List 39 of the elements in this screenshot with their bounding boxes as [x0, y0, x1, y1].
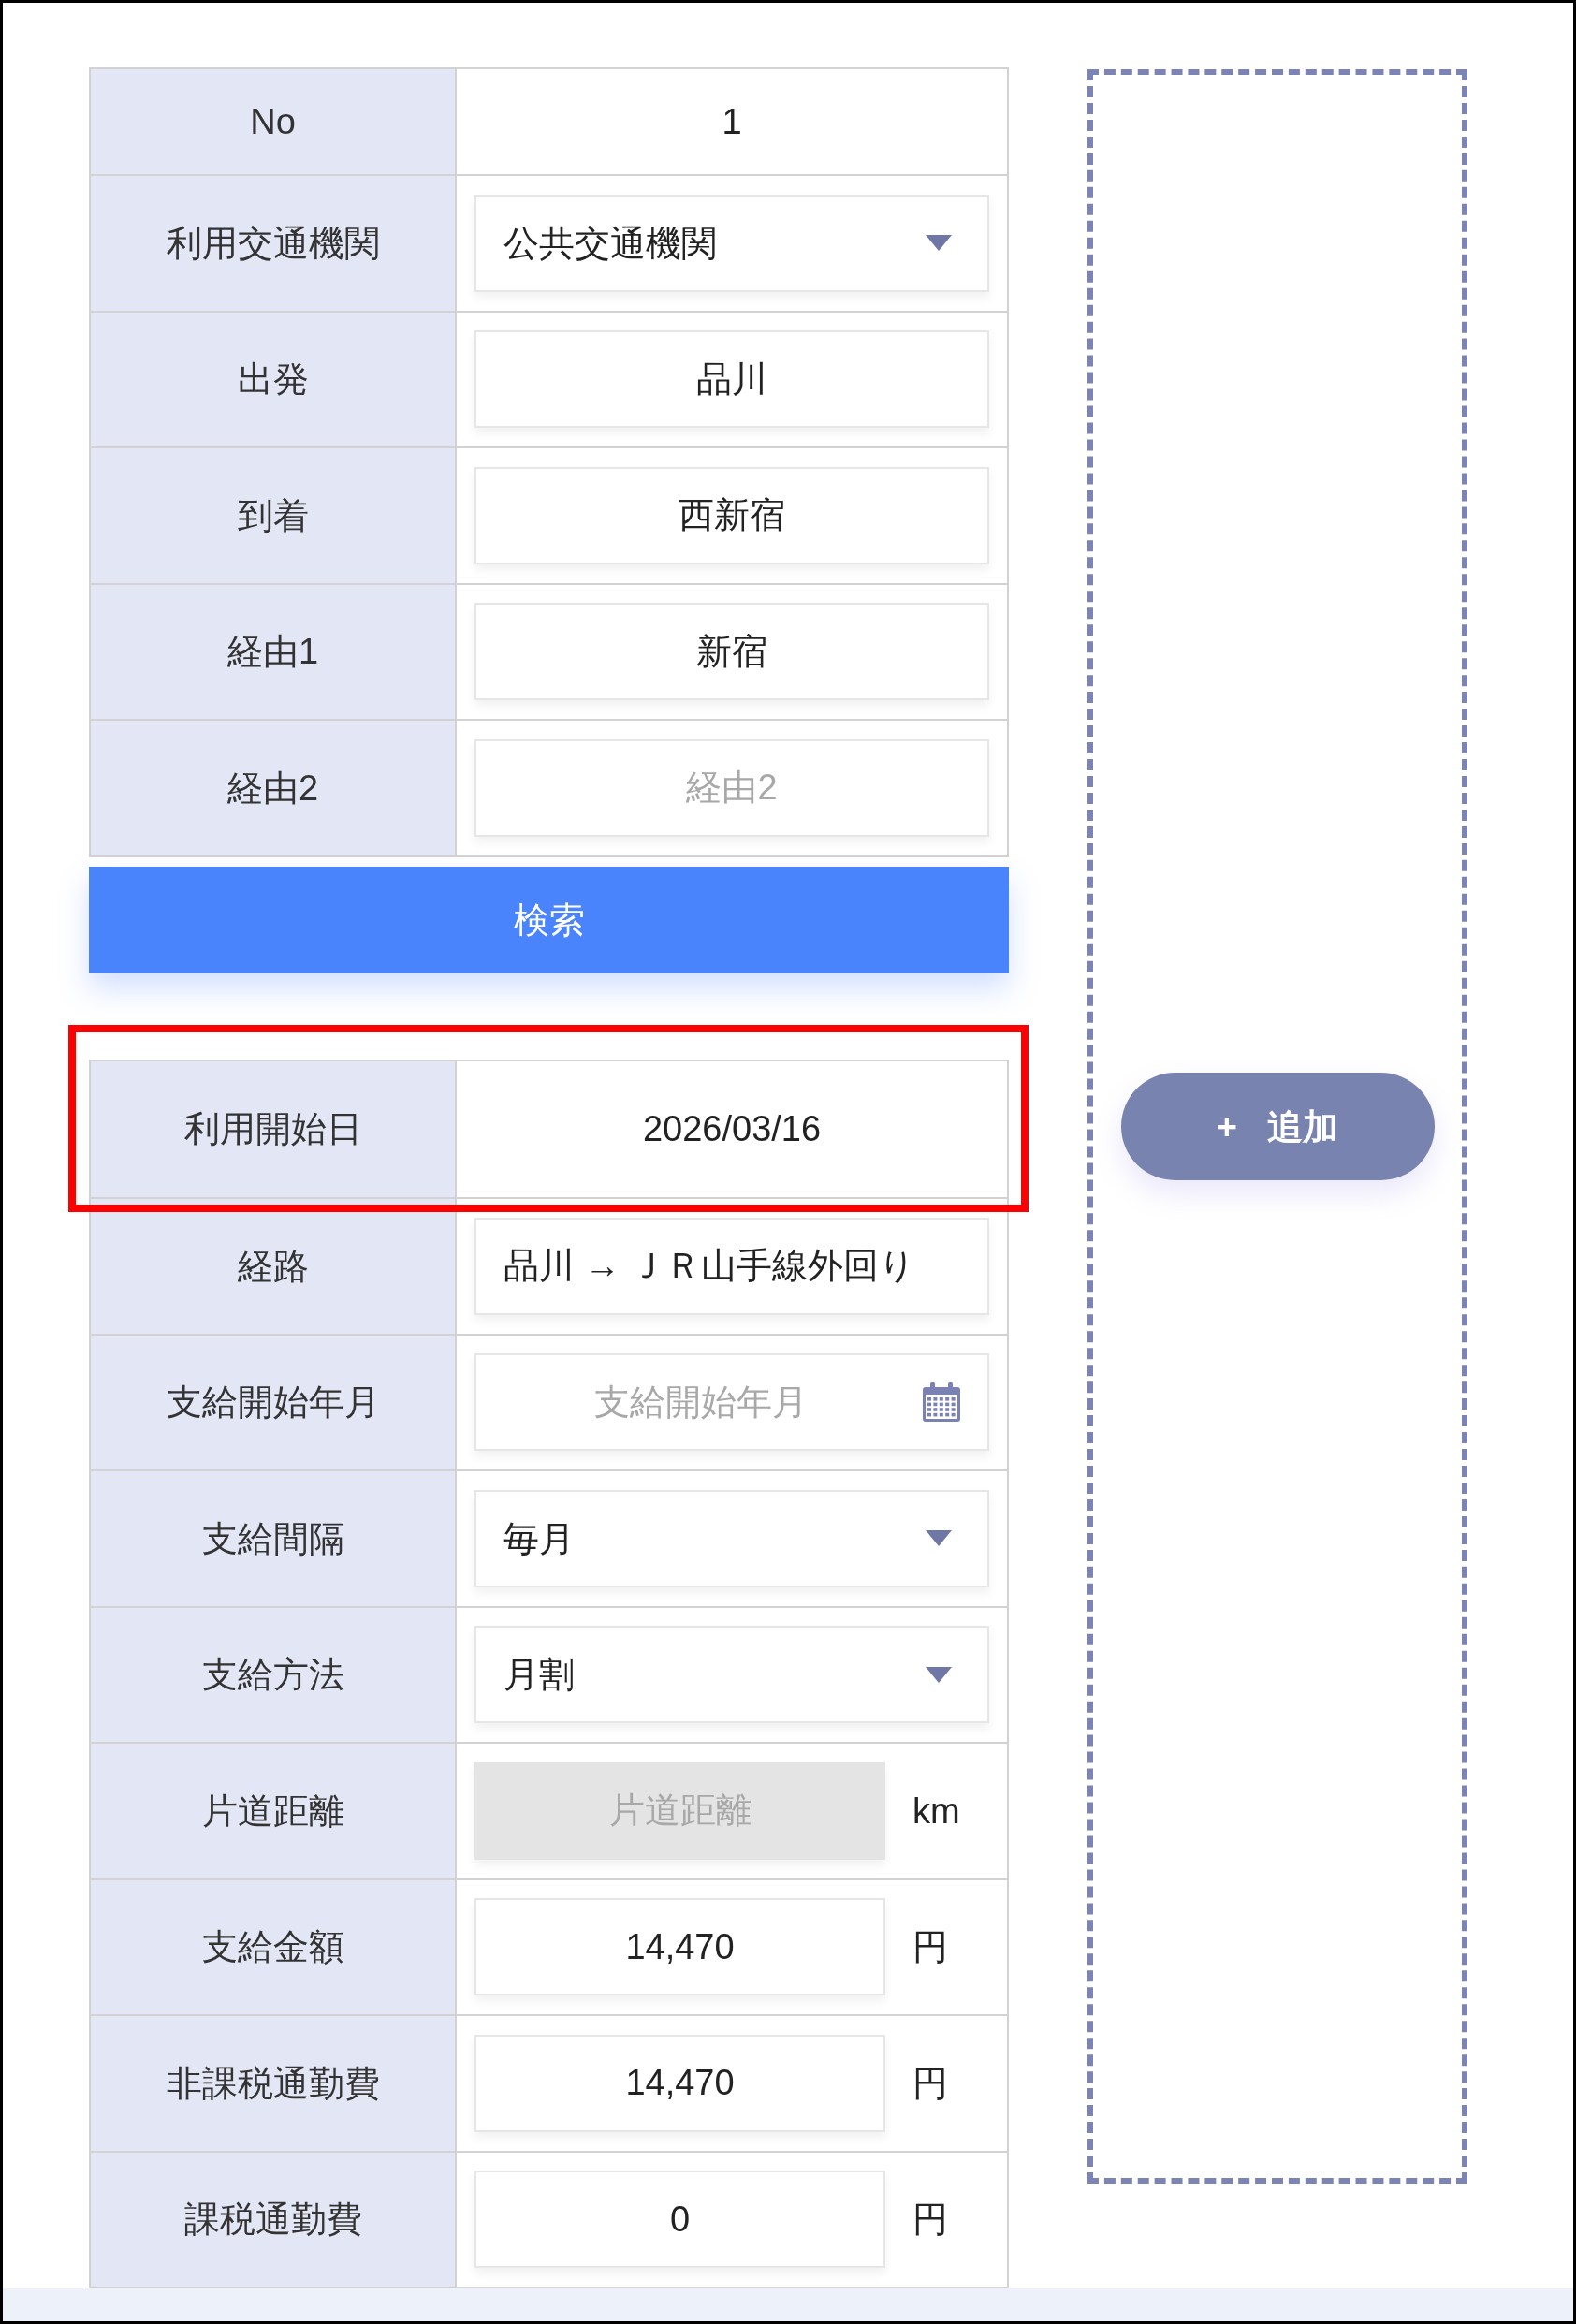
- row-label: 支給開始年月: [91, 1335, 457, 1469]
- unit-label: 円: [912, 2065, 948, 2101]
- date-field[interactable]: 支給開始年月: [474, 1353, 989, 1452]
- add-button[interactable]: + 追加: [1120, 1073, 1435, 1180]
- row-label: 到着: [91, 448, 457, 583]
- row-label: 支給方法: [91, 1607, 457, 1742]
- text-field[interactable]: 経由2: [474, 738, 989, 837]
- text-field[interactable]: 西新宿: [474, 466, 989, 564]
- caret-icon: [926, 1666, 952, 1683]
- row-label: 経由1: [91, 584, 457, 719]
- text-field[interactable]: 14,470: [474, 1898, 885, 1996]
- row-label: 出発: [91, 312, 457, 446]
- row-label: 経由2: [91, 721, 457, 855]
- row-label: 課税通勤費: [91, 2152, 457, 2287]
- row-value: 1: [722, 104, 742, 139]
- row-label: 支給間隔: [91, 1471, 457, 1606]
- unit-label: km: [912, 1792, 960, 1829]
- route-field[interactable]: 品川 → ＪＲ山手線外回り: [474, 1217, 989, 1315]
- caret-icon: [926, 235, 952, 252]
- row-label: 非課税通勤費: [91, 2016, 457, 2151]
- calendar-icon: [922, 1382, 961, 1423]
- text-field[interactable]: 新宿: [474, 603, 989, 701]
- dropdown[interactable]: 公共交通機関: [474, 194, 989, 292]
- caret-icon: [926, 1530, 952, 1547]
- row-label: 利用交通機関: [91, 176, 457, 311]
- row-label: 利用開始日: [91, 1060, 457, 1197]
- row-label: No: [91, 69, 457, 174]
- text-field[interactable]: 品川: [474, 330, 989, 429]
- dropdown[interactable]: 月割: [474, 1626, 989, 1724]
- unit-label: 円: [912, 2201, 948, 2238]
- row-label: 経路: [91, 1199, 457, 1334]
- unit-label: 円: [912, 1929, 948, 1966]
- text-field[interactable]: 14,470: [474, 2034, 885, 2132]
- row-label: 片道距離: [91, 1744, 457, 1878]
- text-field[interactable]: 0: [474, 2171, 885, 2269]
- row-label: 支給金額: [91, 1879, 457, 2014]
- search-button[interactable]: 検索: [89, 866, 1009, 973]
- row-value: 2026/03/16: [642, 1111, 822, 1147]
- dropdown[interactable]: 毎月: [474, 1489, 989, 1587]
